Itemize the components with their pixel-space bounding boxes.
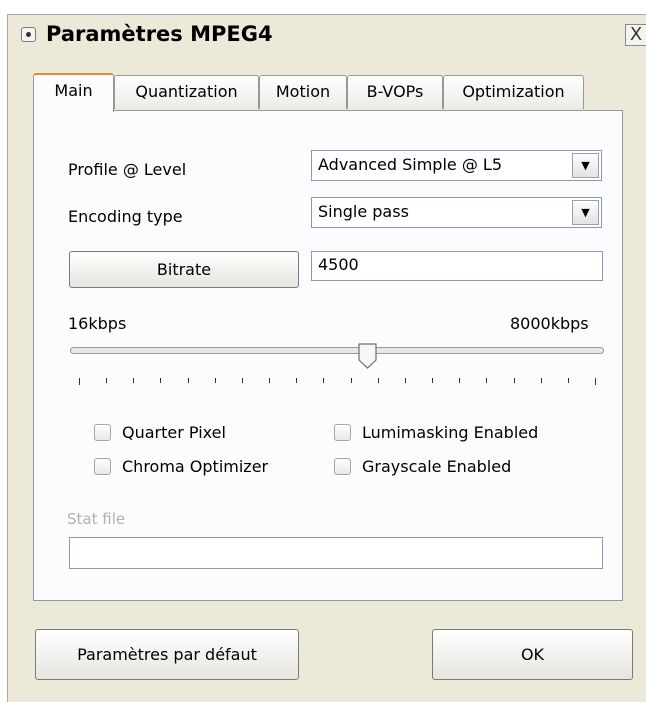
- grayscale-checkbox[interactable]: Grayscale Enabled: [334, 457, 511, 476]
- grayscale-label: Grayscale Enabled: [362, 457, 512, 476]
- slider-tick: [432, 378, 433, 383]
- chevron-down-icon[interactable]: ▼: [572, 153, 599, 178]
- chroma-optimizer-checkbox[interactable]: Chroma Optimizer: [94, 457, 268, 476]
- tab-b-vops[interactable]: B-VOPs: [347, 75, 443, 109]
- slider-tick: [459, 378, 460, 383]
- lumimasking-checkbox[interactable]: Lumimasking Enabled: [334, 423, 538, 442]
- default-settings-button[interactable]: Paramètres par défaut: [35, 629, 299, 680]
- quarter-pixel-box[interactable]: [94, 424, 111, 441]
- encoding-type-dropdown[interactable]: Single pass ▼: [311, 197, 602, 228]
- slider-tick: [215, 378, 216, 383]
- slider-min-label: 16kbps: [68, 314, 127, 333]
- stat-file-label: Stat file: [67, 510, 126, 528]
- slider-max-label: 8000kbps: [510, 314, 589, 333]
- window-menu-icon[interactable]: [21, 27, 36, 42]
- title-bar: Paramètres MPEG4 X: [8, 15, 646, 55]
- lumimasking-box[interactable]: [334, 424, 351, 441]
- profile-level-value: Advanced Simple @ L5: [318, 155, 503, 174]
- slider-tick: [160, 378, 161, 383]
- slider-tick: [323, 378, 324, 383]
- bitrate-slider-track[interactable]: [70, 347, 604, 354]
- slider-tick: [568, 378, 569, 383]
- tab-optimization[interactable]: Optimization: [443, 75, 584, 109]
- bitrate-input[interactable]: 4500: [311, 251, 603, 281]
- ok-button[interactable]: OK: [432, 629, 633, 680]
- slider-tick: [133, 378, 134, 383]
- tab-main[interactable]: Main: [33, 73, 114, 112]
- profile-level-label: Profile @ Level: [68, 160, 187, 179]
- slider-tick: [541, 378, 542, 383]
- slider-tick: [79, 378, 80, 385]
- bitrate-slider-thumb[interactable]: [358, 343, 377, 369]
- slider-tick: [486, 378, 487, 383]
- quarter-pixel-label: Quarter Pixel: [122, 423, 226, 442]
- chroma-optimizer-label: Chroma Optimizer: [122, 457, 269, 476]
- slider-tick: [188, 378, 189, 383]
- dialog-title: Paramètres MPEG4: [46, 22, 273, 46]
- bitrate-button[interactable]: Bitrate: [69, 251, 299, 288]
- tab-quantization[interactable]: Quantization: [114, 75, 259, 109]
- encoding-type-label: Encoding type: [68, 207, 183, 226]
- close-button[interactable]: X: [625, 24, 646, 46]
- lumimasking-label: Lumimasking Enabled: [362, 423, 539, 442]
- quarter-pixel-checkbox[interactable]: Quarter Pixel: [94, 423, 226, 442]
- stat-file-input[interactable]: [69, 537, 603, 569]
- tab-motion[interactable]: Motion: [259, 75, 347, 109]
- slider-tick: [378, 378, 379, 383]
- slider-tick: [595, 378, 596, 385]
- chroma-optimizer-box[interactable]: [94, 458, 111, 475]
- slider-tick: [269, 378, 270, 383]
- profile-level-dropdown[interactable]: Advanced Simple @ L5 ▼: [311, 150, 602, 181]
- slider-tick: [351, 378, 352, 383]
- slider-tick: [405, 378, 406, 383]
- chevron-down-icon[interactable]: ▼: [572, 200, 599, 225]
- encoding-type-value: Single pass: [318, 202, 409, 221]
- slider-tick: [296, 378, 297, 383]
- grayscale-box[interactable]: [334, 458, 351, 475]
- slider-tick: [242, 378, 243, 383]
- slider-tick: [514, 378, 515, 383]
- slider-ticks: [79, 378, 596, 390]
- slider-tick: [106, 378, 107, 383]
- bitrate-value: 4500: [318, 255, 359, 274]
